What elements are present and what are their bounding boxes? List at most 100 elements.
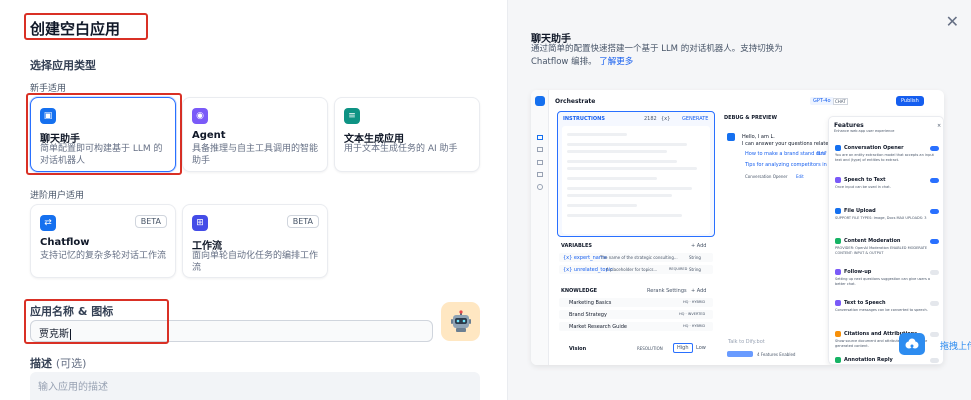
file-upload-icon	[835, 208, 841, 214]
robot-icon	[450, 309, 471, 332]
debug-preview-label: DEBUG & PREVIEW	[724, 115, 777, 121]
feature-toggle[interactable]	[930, 178, 939, 183]
feature-toggle[interactable]	[930, 270, 939, 275]
feature-toggle[interactable]	[930, 209, 939, 214]
feature-name: Content Moderation	[844, 238, 901, 244]
knowledge-label: KNOWLEDGE	[561, 288, 598, 294]
close-icon[interactable]: ✕	[946, 12, 959, 31]
variables-label: VARIABLES	[561, 243, 592, 249]
variable-type: String	[689, 267, 701, 272]
knowledge-tag: HQ · HYBRID	[683, 324, 706, 328]
insert-variable[interactable]: {x}	[661, 116, 670, 122]
feature-desc: SUPPORT FILE TYPES: Image, Docs MAX UPLO…	[835, 216, 927, 220]
add-knowledge-button[interactable]: + Add	[691, 288, 706, 294]
feature-toggle[interactable]	[930, 358, 939, 363]
feature-name: Speech to Text	[844, 177, 886, 183]
advanced-label: 进阶用户适用	[30, 191, 85, 201]
feature-desc: PROVIDER: OpenAI Moderation ENABLED MODE…	[835, 246, 928, 255]
app-logo-icon	[535, 96, 545, 106]
publish-button[interactable]: Publish	[896, 96, 924, 106]
rerank-settings-button[interactable]: Rerank Settings	[647, 288, 687, 294]
close-icon[interactable]: ×	[937, 123, 941, 129]
feature-desc: You are an entity extraction model that …	[835, 153, 934, 162]
instructions-box[interactable]: INSTRUCTIONS 2182 {x} GENERATE	[557, 111, 715, 237]
instruction-count: 2182	[644, 116, 657, 122]
orchestrate-label: Orchestrate	[555, 98, 596, 105]
feature-name: Annotation Reply	[844, 357, 893, 363]
app-type-card-workflow[interactable]: ⊞ BETA 工作流 面向单轮自动化任务的编排工作流	[182, 204, 328, 278]
variable-desc: A placeholder for topics...	[606, 267, 658, 272]
knowledge-name: Marketing Basics	[569, 300, 612, 306]
app-type-desc: 面向单轮自动化任务的编排工作流	[192, 251, 319, 273]
feature-toggle[interactable]	[930, 332, 939, 337]
speech-icon	[835, 177, 841, 183]
app-name-input[interactable]: 贾克斯	[30, 320, 433, 342]
orchestrate-icon	[537, 135, 543, 140]
moderation-icon	[835, 238, 841, 244]
beta-badge: BETA	[134, 215, 167, 228]
beta-badge: BETA	[286, 215, 319, 228]
features-title: Features	[834, 122, 864, 129]
resolution-label: RESOLUTION	[637, 346, 663, 351]
knowledge-name: Market Research Guide	[569, 324, 627, 330]
feature-toggle[interactable]	[930, 239, 939, 244]
app-type-name: Chatflow	[40, 237, 90, 248]
app-type-card-agent[interactable]: ◉ Agent 具备推理与自主工具调用的智能助手	[182, 97, 328, 172]
variable-required: REQUIRED	[669, 267, 688, 271]
app-description-input[interactable]: 输入应用的描述	[30, 372, 480, 400]
knowledge-tag: HQ · INVERTED	[679, 312, 706, 316]
create-app-panel: 创建空白应用 选择应用类型 新手适用 ▣ 聊天助手 简单配置即可构建基于 LLM…	[0, 0, 507, 400]
app-type-card-chat[interactable]: ▣ 聊天助手 简单配置即可构建基于 LLM 的对话机器人	[30, 97, 176, 172]
instruction-editor[interactable]	[562, 126, 710, 234]
app-type-desc: 支持记忆的复杂多轮对话工作流	[40, 251, 167, 261]
generate-button[interactable]: GENERATE	[682, 116, 708, 122]
chatflow-icon: ⇄	[40, 215, 56, 231]
feature-name: Text to Speech	[844, 300, 886, 306]
name-label: 应用名称 & 图标	[30, 305, 114, 318]
preview-rail	[531, 90, 549, 365]
vision-label: Vision	[569, 346, 587, 352]
suggestion-1[interactable]: How to make a brand stand out?	[745, 151, 827, 157]
feature-name: Follow-up	[844, 269, 872, 275]
dialog-title: 创建空白应用	[30, 20, 121, 38]
feature-desc: Once input can be used in chat.	[835, 185, 891, 189]
logs-icon	[537, 160, 543, 165]
chat-input[interactable]: Talk to Dify.bot	[728, 339, 765, 345]
app-type-card-chatflow[interactable]: ⇄ BETA Chatflow 支持记忆的复杂多轮对话工作流	[30, 204, 176, 278]
app-type-desc: 用于文本生成任务的 AI 助手	[344, 144, 458, 154]
app-type-desc: 简单配置即可构建基于 LLM 的对话机器人	[40, 144, 163, 166]
text-generator-icon: ≡	[344, 108, 360, 124]
resolution-high[interactable]: High	[673, 343, 693, 353]
model-tag: CHAT	[833, 98, 848, 105]
knowledge-name: Brand Strategy	[569, 312, 607, 318]
agent-icon: ◉	[192, 108, 208, 124]
upload-label[interactable]: 拖拽上传	[940, 339, 971, 352]
resolution-low[interactable]: Low	[693, 344, 709, 352]
cloud-upload-icon[interactable]	[899, 333, 925, 355]
learn-more-link[interactable]: 了解更多	[599, 57, 633, 67]
preview-desc-text: 通过简单的配置快速搭建一个基于 LLM 的对话机器人。支持切换为 Chatflo…	[531, 44, 783, 67]
section-app-type: 选择应用类型	[30, 59, 96, 72]
cloud-icon	[905, 338, 919, 349]
instructions-label: INSTRUCTIONS	[563, 116, 605, 122]
model-selector[interactable]: GPT-4o	[810, 97, 834, 105]
feature-toggle[interactable]	[930, 146, 939, 151]
app-type-card-text-generator[interactable]: ≡ 文本生成应用 用于文本生成任务的 AI 助手	[334, 97, 480, 172]
feature-toggle[interactable]	[930, 301, 939, 306]
app-type-name: Agent	[192, 130, 226, 141]
feature-name: Conversation Opener	[844, 145, 904, 151]
app-name-value: 贾克斯	[39, 329, 69, 340]
chat-icon: ▣	[40, 108, 56, 124]
annotation-icon	[835, 357, 841, 363]
feature-name: File Upload	[844, 208, 876, 214]
opener-edit-link[interactable]: Edit	[796, 174, 804, 179]
suggestion-1b[interactable]: Bra	[817, 151, 826, 157]
app-icon-picker[interactable]	[441, 302, 480, 341]
bot-greeting: Hello, I am L.	[742, 134, 775, 140]
bot-greeting-2: I can answer your questions related	[742, 141, 832, 147]
knowledge-tag: HQ · HYBRID	[683, 300, 706, 304]
add-variable-button[interactable]: + Add	[691, 243, 706, 249]
text-to-speech-icon	[835, 300, 841, 306]
app-type-desc: 具备推理与自主工具调用的智能助手	[192, 144, 319, 166]
feature-icons	[727, 351, 753, 357]
